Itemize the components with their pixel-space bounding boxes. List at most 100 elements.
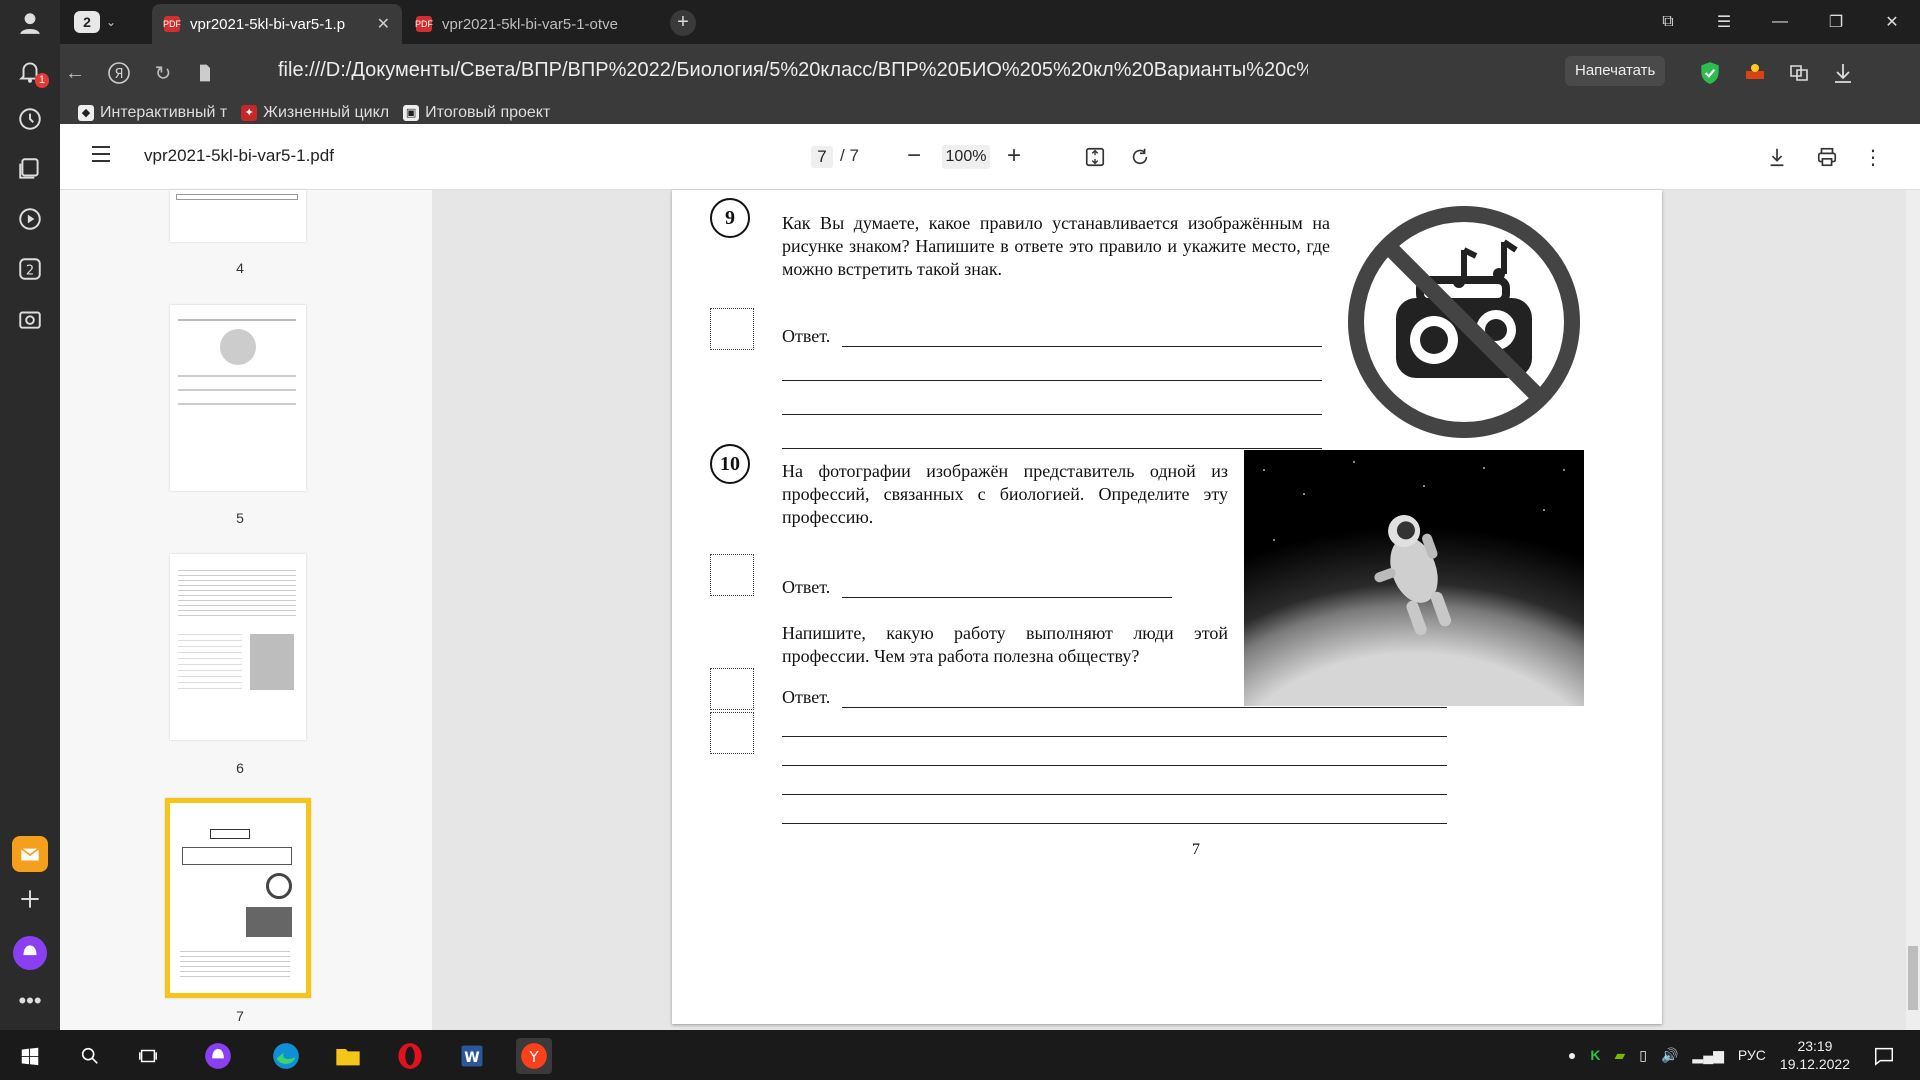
more-icon[interactable]: ••• — [15, 986, 45, 1016]
answer-line — [782, 448, 1322, 449]
url-field[interactable]: file:///D:/Документы/Света/ВПР/ВПР%2022/… — [278, 59, 1308, 82]
opera-icon[interactable] — [392, 1038, 428, 1074]
search-icon[interactable] — [72, 1038, 108, 1074]
answer-line — [782, 794, 1447, 795]
language-indicator[interactable]: РУС — [1738, 1047, 1766, 1063]
video-icon[interactable] — [15, 204, 45, 234]
answer-line — [782, 765, 1447, 766]
add-panel-icon[interactable] — [15, 884, 45, 914]
score-box — [710, 668, 754, 710]
kaspersky-icon[interactable]: K — [1590, 1047, 1600, 1063]
rotate-icon[interactable] — [1125, 142, 1155, 172]
volume-icon[interactable]: 🔊 — [1661, 1047, 1678, 1064]
score-box — [710, 712, 754, 754]
notification-center-icon[interactable] — [1866, 1038, 1902, 1074]
screenshot-icon[interactable] — [15, 304, 45, 334]
answer-line — [842, 707, 1447, 708]
new-tab-button[interactable]: + — [670, 10, 696, 36]
bookmark-item[interactable]: ▣ Итоговый проект — [403, 102, 550, 124]
clock[interactable]: 23:19 19.12.2022 — [1780, 1037, 1850, 1073]
reload-icon[interactable]: ↻ — [148, 58, 178, 88]
more-options-icon[interactable]: ⋮ — [1858, 142, 1888, 172]
answer-label: Ответ. — [782, 577, 831, 597]
answer-line — [782, 736, 1447, 737]
bookmark-label: Интерактивный т — [100, 104, 228, 121]
question-number: 9 — [710, 198, 750, 238]
system-tray: ● K ▰ ▯ 🔊 ▂▄▆ РУС 23:19 19.12.2022 — [1568, 1030, 1850, 1080]
zoom-in-button[interactable]: + — [1000, 142, 1028, 170]
close-window-icon[interactable]: ✕ — [1864, 0, 1920, 44]
tab-group-icon[interactable]: 2 — [15, 254, 45, 284]
file-icon[interactable] — [190, 58, 220, 88]
word-icon[interactable]: W — [454, 1038, 490, 1074]
alice-icon[interactable] — [13, 936, 47, 970]
close-icon[interactable]: ✕ — [377, 14, 390, 34]
browser-sidebar: 1 2 ••• — [0, 0, 60, 1030]
tab-title: vpr2021-5kl-bi-var5-1.p — [190, 15, 346, 33]
lifecycle-icon: ✦ — [241, 105, 258, 121]
hamburger-menu-icon[interactable] — [92, 146, 110, 162]
usb-icon[interactable]: ▯ — [1639, 1047, 1647, 1064]
restore-icon[interactable]: ❐ — [1808, 0, 1864, 44]
bookmark-item[interactable]: ◆ Интерактивный т — [78, 102, 227, 124]
collections-icon[interactable] — [15, 154, 45, 184]
edge-icon[interactable] — [268, 1038, 304, 1074]
notifications-icon[interactable]: 1 — [15, 56, 49, 88]
zoom-level[interactable]: 100% — [942, 145, 990, 169]
print-button[interactable]: Напечатать — [1565, 56, 1666, 86]
page-number-input[interactable]: 7 — [811, 146, 833, 168]
pdf-favicon-icon: PDF — [415, 16, 433, 32]
download-icon[interactable] — [1762, 142, 1792, 172]
answer-line — [782, 380, 1322, 381]
page-scrollbar[interactable] — [1906, 190, 1920, 1030]
tab-bar: 2 ⌄ PDF vpr2021-5kl-bi-var5-1.p ✕ PDF vp… — [60, 0, 1920, 44]
clock-time: 23:19 — [1797, 1038, 1833, 1054]
download-icon[interactable] — [1828, 58, 1858, 88]
tab-count-label: 2 — [74, 11, 100, 33]
zoom-out-button[interactable]: − — [900, 142, 928, 170]
print-icon[interactable] — [1812, 142, 1842, 172]
history-icon[interactable] — [15, 104, 45, 134]
minimize-icon[interactable]: — — [1752, 0, 1808, 44]
mail-app-icon[interactable] — [12, 836, 48, 872]
pdf-toolbar: vpr2021-5kl-bi-var5-1.pdf 7 / 7 − 100% +… — [60, 124, 1920, 190]
thumbnail-page[interactable] — [170, 554, 306, 740]
answer-line — [842, 597, 1172, 598]
thumbnail-label: 4 — [236, 260, 244, 276]
yandex-browser-icon[interactable]: Y — [516, 1038, 552, 1074]
tab-active[interactable]: PDF vpr2021-5kl-bi-var5-1.p ✕ — [152, 4, 402, 44]
network-app-icon[interactable]: ● — [1568, 1047, 1576, 1063]
answer-line — [842, 346, 1322, 347]
bookmarks-bar: ◆ Интерактивный т ✦ Жизненный цикл ▣ Ито… — [60, 102, 1920, 124]
menu-icon[interactable]: ☰ — [1696, 0, 1752, 44]
nvidia-icon[interactable]: ▰ — [1614, 1047, 1625, 1064]
project-icon: ▣ — [403, 105, 420, 121]
bookmark-item[interactable]: ✦ Жизненный цикл — [241, 102, 389, 124]
thumbnail-page[interactable] — [170, 190, 306, 242]
thumbnail-page-selected[interactable] — [165, 798, 311, 998]
protect-shield-icon[interactable] — [1695, 58, 1725, 88]
no-music-sign-icon — [1348, 206, 1580, 438]
tabs-overview-icon[interactable]: ⧉ — [1640, 0, 1696, 44]
scrollbar-thumb[interactable] — [1908, 946, 1918, 1010]
thumbnail-label: 5 — [236, 510, 244, 526]
profile-icon[interactable] — [15, 8, 45, 38]
bookmark-label: Жизненный цикл — [263, 104, 390, 121]
yandex-logo-icon[interactable]: Я — [104, 58, 134, 88]
answer-label: Ответ. — [782, 687, 831, 707]
question-number: 10 — [710, 444, 750, 484]
task-view-icon[interactable] — [130, 1038, 166, 1074]
thumbnail-label: 6 — [236, 760, 244, 776]
alice-taskbar-icon[interactable] — [200, 1038, 236, 1074]
tab-inactive[interactable]: PDF vpr2021-5kl-bi-var5-1-otve — [404, 4, 654, 44]
wifi-icon[interactable]: ▂▄▆ — [1692, 1047, 1723, 1064]
fit-page-icon[interactable] — [1080, 142, 1110, 172]
thumbnail-page[interactable] — [170, 305, 306, 491]
pdf-favicon-icon: PDF — [163, 16, 181, 32]
extension-icon[interactable] — [1740, 58, 1770, 88]
translate-icon[interactable] — [1784, 58, 1814, 88]
back-icon[interactable]: ← — [60, 58, 90, 88]
file-explorer-icon[interactable] — [330, 1038, 366, 1074]
tab-counter-button[interactable]: 2 ⌄ — [68, 9, 130, 35]
windows-start-icon[interactable] — [12, 1038, 48, 1074]
